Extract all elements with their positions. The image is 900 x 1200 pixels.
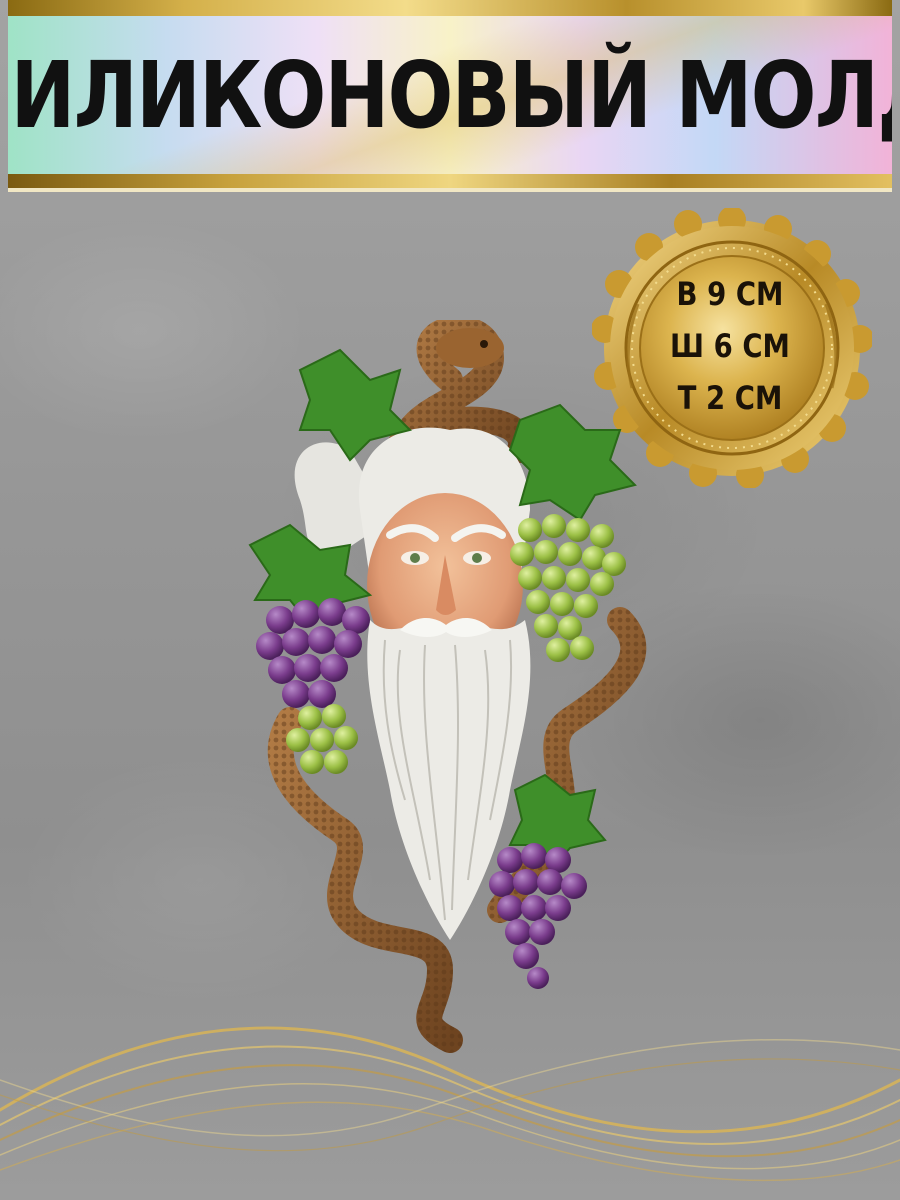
- product-sculpture-image: [248, 320, 647, 1053]
- title-banner: СИЛИКОНОВЫЙ МОЛД: [8, 0, 892, 196]
- dimension-height: В 9 СМ: [676, 275, 784, 313]
- gold-stripe-top: [8, 0, 892, 16]
- banner-edge-line: [8, 188, 892, 192]
- dimensions-list: В 9 СМ Ш 6 СМ Т 2 СМ: [644, 268, 816, 424]
- banner-title: СИЛИКОНОВЫЙ МОЛД: [8, 41, 892, 149]
- dimension-depth: Т 2 СМ: [677, 379, 783, 417]
- dimension-width: Ш 6 СМ: [670, 327, 790, 365]
- gold-stripe-bottom: [8, 174, 892, 188]
